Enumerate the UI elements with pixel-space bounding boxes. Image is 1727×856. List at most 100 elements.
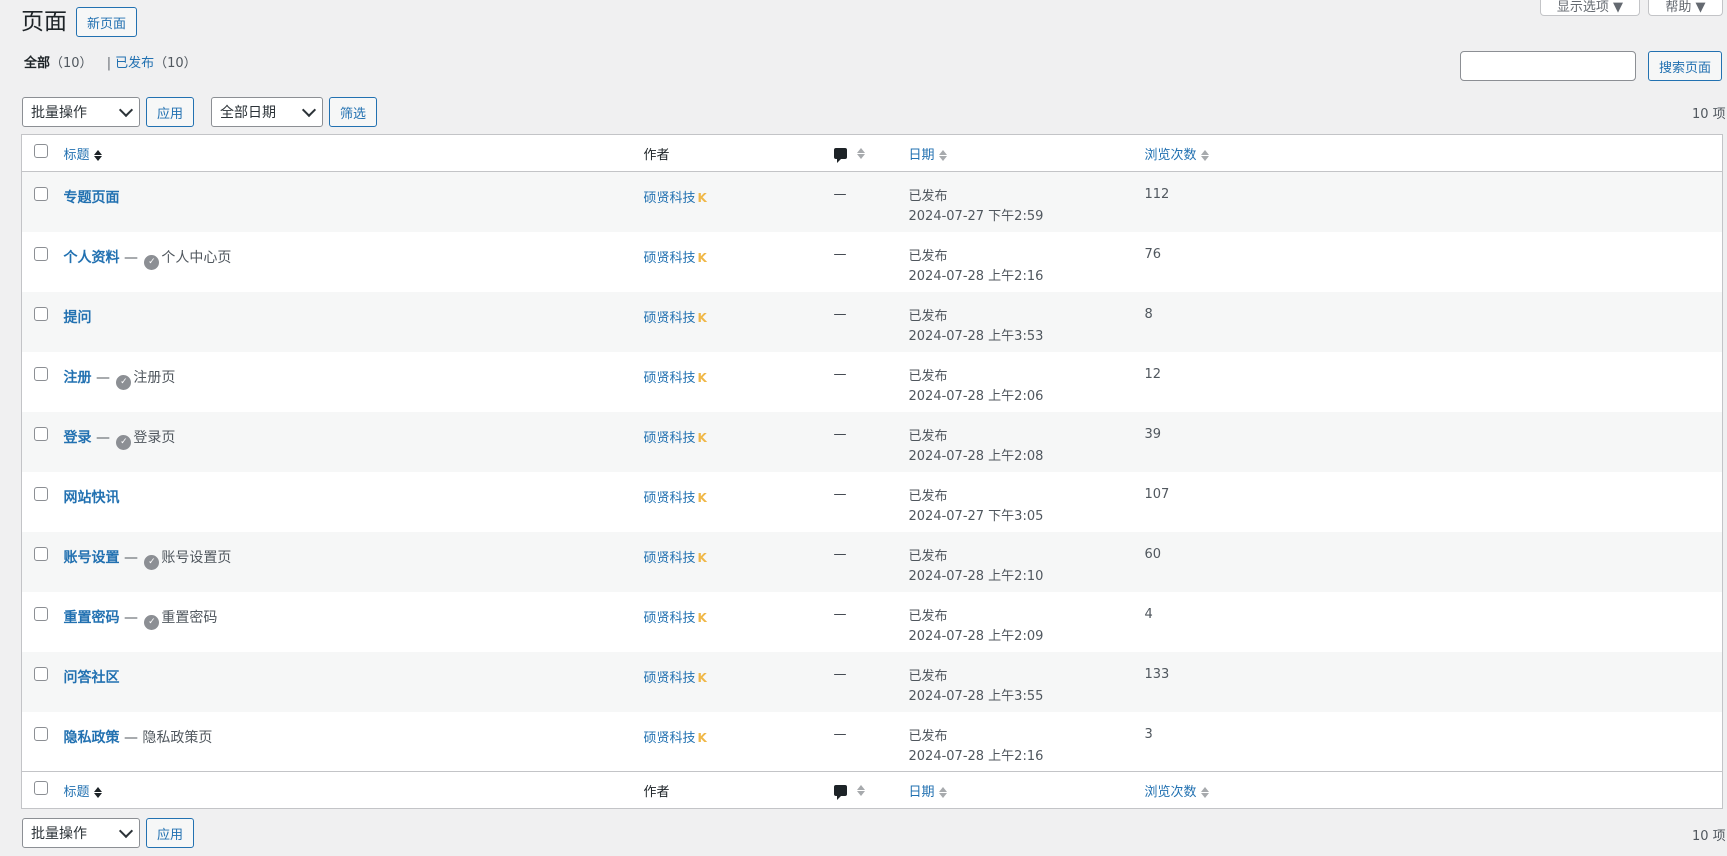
- column-views-label[interactable]: 浏览次数: [1145, 148, 1197, 163]
- author-link[interactable]: 硕贤科技: [644, 251, 696, 266]
- author-badge-icon: K: [697, 430, 707, 445]
- column-date-footer[interactable]: 日期: [909, 772, 1145, 809]
- column-author-header: 作者: [643, 147, 670, 163]
- view-all-link[interactable]: 全部: [24, 56, 50, 71]
- comment-count: —: [833, 187, 847, 202]
- table-footer-row: 标题 作者 日期 浏览次数: [21, 771, 1723, 809]
- author-link[interactable]: 硕贤科技: [644, 611, 696, 626]
- screen-options-button[interactable]: 显示选项 ▼: [1540, 0, 1640, 16]
- author-link[interactable]: 硕贤科技: [644, 371, 696, 386]
- page-title-link[interactable]: 网站快讯: [64, 490, 120, 506]
- author-link[interactable]: 硕贤科技: [644, 431, 696, 446]
- author-link[interactable]: 硕贤科技: [644, 491, 696, 506]
- page-title-link[interactable]: 专题页面: [64, 190, 120, 206]
- filter-button[interactable]: 筛选: [329, 97, 378, 127]
- column-title-label[interactable]: 标题: [64, 785, 90, 800]
- column-views-label[interactable]: 浏览次数: [1145, 785, 1197, 800]
- comment-count: —: [833, 606, 847, 622]
- author-badge-icon: K: [697, 670, 707, 685]
- column-title-footer[interactable]: 标题: [64, 772, 644, 809]
- page-state-icon: ✓: [116, 434, 132, 450]
- page-title-link[interactable]: 账号设置: [64, 550, 120, 566]
- comment-count: —: [833, 246, 847, 262]
- page-title-link[interactable]: 问答社区: [64, 670, 120, 686]
- date-value: 2024-07-28 上午2:16: [908, 268, 1044, 284]
- view-count: 133: [1144, 666, 1170, 682]
- row-checkbox[interactable]: [34, 246, 48, 261]
- page-state-icon: ✓: [144, 254, 160, 270]
- page-title-link[interactable]: 重置密码: [64, 610, 120, 626]
- pages-table: 标题 作者 日期 浏览次数 专题页面 硕贤科技 K — 已发布 2024-07-27 下午…: [21, 134, 1723, 809]
- date-filter-value: 全部日期: [220, 105, 276, 121]
- search-pages-button[interactable]: 搜索页面: [1648, 51, 1723, 81]
- author-link[interactable]: 硕贤科技: [644, 311, 696, 326]
- apply-button[interactable]: 应用: [146, 97, 195, 127]
- date-value: 2024-07-27 下午3:05: [908, 508, 1044, 524]
- table-row: 个人资料 — ✓ 个人中心页 硕贤科技 K — 已发布 2024-07-28 上午2:16 7…: [22, 232, 1723, 292]
- comment-count: —: [833, 726, 847, 742]
- page-title-link[interactable]: 提问: [64, 310, 92, 326]
- date-status: 已发布: [908, 668, 948, 684]
- add-new-page-button[interactable]: 新页面: [76, 7, 138, 37]
- row-checkbox[interactable]: [34, 726, 48, 741]
- comment-count: —: [833, 546, 847, 562]
- date-filter-select[interactable]: 全部日期: [211, 97, 323, 127]
- page-title-link[interactable]: 注册: [64, 370, 92, 386]
- sort-icon: [856, 784, 865, 796]
- date-value: 2024-07-28 上午3:53: [908, 328, 1044, 344]
- table-row: 登录 — ✓ 登录页 硕贤科技 K — 已发布 2024-07-28 上午2:08 39: [21, 411, 1723, 472]
- row-checkbox[interactable]: [34, 666, 48, 681]
- comment-count: —: [833, 426, 847, 442]
- view-count: 4: [1144, 606, 1153, 622]
- author-link[interactable]: 硕贤科技: [644, 671, 696, 686]
- author-badge-icon: K: [697, 610, 707, 625]
- column-comments-header[interactable]: [833, 135, 909, 172]
- select-all-checkbox[interactable]: [34, 144, 48, 158]
- table-header-row: 标题 作者 日期 浏览次数: [21, 135, 1723, 172]
- row-checkbox[interactable]: [34, 486, 48, 501]
- column-date-header[interactable]: 日期: [909, 135, 1145, 172]
- page-title-link[interactable]: 个人资料: [64, 250, 120, 266]
- author-link[interactable]: 硕贤科技: [644, 191, 696, 206]
- page-title-link[interactable]: 隐私政策: [64, 730, 120, 746]
- items-count-top: 10 项: [1692, 107, 1726, 122]
- comment-icon: [833, 784, 847, 800]
- table-row: 网站快讯 硕贤科技 K — 已发布 2024-07-27 下午3:05 107: [22, 472, 1723, 532]
- column-views-footer[interactable]: 浏览次数: [1145, 772, 1723, 809]
- date-status: 已发布: [908, 308, 948, 324]
- column-views-header[interactable]: 浏览次数: [1145, 135, 1723, 172]
- help-button[interactable]: 帮助 ▼: [1648, 0, 1723, 16]
- date-value: 2024-07-28 上午2:10: [908, 568, 1044, 584]
- row-checkbox[interactable]: [34, 606, 48, 621]
- row-checkbox[interactable]: [34, 366, 48, 381]
- apply-button-bottom[interactable]: 应用: [146, 818, 195, 848]
- author-link[interactable]: 硕贤科技: [644, 551, 696, 566]
- table-row: 注册 — ✓ 注册页 硕贤科技 K — 已发布 2024-07-28 上午2:06 12: [22, 352, 1723, 412]
- items-count-bottom: 10 项: [1692, 829, 1726, 844]
- page-title-link[interactable]: 登录: [64, 430, 92, 446]
- column-comments-footer[interactable]: [833, 772, 909, 809]
- author-link[interactable]: 硕贤科技: [644, 731, 696, 746]
- post-state-separator: —: [119, 249, 143, 266]
- chevron-down-icon: [118, 102, 134, 117]
- post-state-label: 个人中心页: [161, 249, 232, 266]
- table-row: 专题页面 硕贤科技 K — 已发布 2024-07-27 下午2:59 112: [21, 171, 1723, 232]
- row-checkbox[interactable]: [34, 546, 48, 561]
- date-status: 已发布: [908, 428, 948, 444]
- row-checkbox[interactable]: [34, 306, 48, 321]
- column-date-label[interactable]: 日期: [909, 148, 935, 163]
- date-value: 2024-07-28 上午3:55: [908, 688, 1044, 704]
- column-title-header[interactable]: 标题: [64, 135, 644, 172]
- row-checkbox[interactable]: [34, 426, 48, 441]
- view-published-link[interactable]: 已发布: [115, 56, 154, 71]
- bulk-actions-select-bottom[interactable]: 批量操作: [22, 818, 140, 848]
- post-state-separator: —: [91, 429, 115, 446]
- select-all-checkbox[interactable]: [34, 781, 48, 795]
- comment-count: —: [833, 366, 847, 382]
- search-input[interactable]: [1460, 51, 1636, 81]
- row-checkbox[interactable]: [34, 187, 48, 201]
- post-state-label: 重置密码: [161, 609, 218, 626]
- column-title-label[interactable]: 标题: [64, 148, 90, 163]
- bulk-actions-select[interactable]: 批量操作: [22, 97, 140, 127]
- column-date-label[interactable]: 日期: [909, 785, 935, 800]
